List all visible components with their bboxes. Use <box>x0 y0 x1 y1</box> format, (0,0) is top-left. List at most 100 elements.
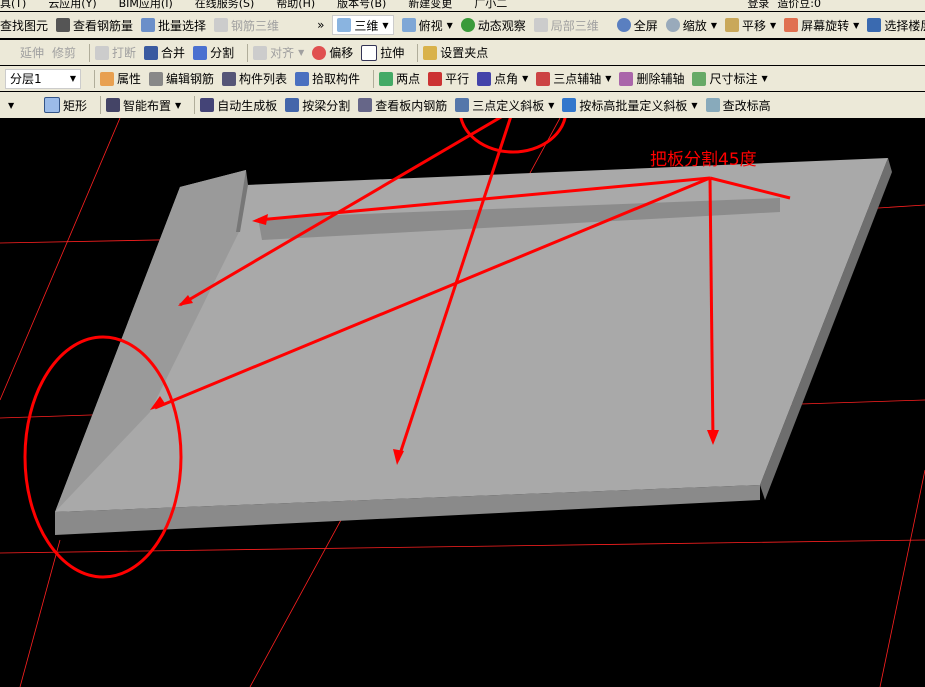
magnifier-icon <box>665 18 680 32</box>
type-select[interactable]: ▼ <box>0 96 36 114</box>
batch-slope-icon <box>562 98 577 112</box>
view-slab-rebar-button[interactable]: 查看板内钢筋 <box>358 97 447 114</box>
three-point-slope-dropdown[interactable]: 三点定义斜板 ▼ <box>455 97 554 114</box>
trim-button[interactable]: 修剪 <box>52 44 76 61</box>
break-icon <box>95 45 110 60</box>
offset-button[interactable]: 偏移 <box>312 44 353 61</box>
parallel-button[interactable]: 平行 <box>428 70 469 87</box>
label: 局部三维 <box>550 18 599 33</box>
top-view-dropdown[interactable]: 俯视 ▼ <box>401 17 453 34</box>
divider <box>100 96 102 114</box>
component-list-button[interactable]: 构件列表 <box>222 70 287 87</box>
merge-icon <box>144 45 159 60</box>
point-angle-dropdown[interactable]: 点角 ▼ <box>477 70 528 87</box>
rebar-3d-button[interactable]: 钢筋三维 <box>214 17 279 34</box>
rotate-screen-dropdown[interactable]: 屏幕旋转 ▼ <box>784 17 859 34</box>
find-element-button[interactable]: 查找图元 <box>0 17 48 34</box>
menu-bim[interactable]: BIM应用(I) <box>119 0 173 11</box>
select-floor-button[interactable]: 选择楼层 <box>867 17 925 34</box>
bean-count: 造价豆:0 <box>777 0 822 10</box>
merge-button[interactable]: 合并 <box>144 44 185 61</box>
menu-help[interactable]: 帮助(H) <box>276 0 315 11</box>
toolbar-row-1: 查找图元 查看钢筋量 批量选择 钢筋三维 » 三维 ▼ 俯视 ▼ 动态观察 局部三维… <box>0 12 925 38</box>
view-3d-dropdown[interactable]: 三维 ▼ <box>332 15 394 35</box>
chevron-down-icon: ▼ <box>69 74 76 83</box>
edit-elevation-button[interactable]: 查改标高 <box>705 97 771 114</box>
login-link[interactable]: 登录 <box>747 0 769 11</box>
label: 打断 <box>112 46 137 60</box>
dimension-dropdown[interactable]: 尺寸标注 ▼ <box>692 70 768 87</box>
view-rebar-qty-button[interactable]: 查看钢筋量 <box>56 17 133 34</box>
label: 查改标高 <box>722 98 771 113</box>
properties-icon <box>100 71 114 86</box>
divider <box>417 43 419 62</box>
menu-new-change[interactable]: 新建变更 <box>408 0 452 11</box>
batch-select-icon <box>141 18 156 32</box>
auto-generate-slab-button[interactable]: 自动生成板 <box>200 97 277 114</box>
split-button[interactable]: 分割 <box>193 44 234 61</box>
align-dropdown[interactable]: 对齐 ▼ <box>253 44 304 61</box>
chevron-down-icon: ▼ <box>605 74 612 83</box>
batch-select-button[interactable]: 批量选择 <box>141 17 206 34</box>
3d-viewport[interactable]: 把板分割45度 <box>0 118 925 687</box>
smart-layout-dropdown[interactable]: 智能布置 ▼ <box>106 97 181 114</box>
batch-slope-by-elevation-dropdown[interactable]: 按标高批量定义斜板 ▼ <box>562 97 698 114</box>
menu-online[interactable]: 在线服务(S) <box>195 0 255 11</box>
three-point-axis-dropdown[interactable]: 三点辅轴 ▼ <box>536 70 611 87</box>
fullscreen-button[interactable]: 全屏 <box>616 17 658 34</box>
chevron-down-icon: ▼ <box>853 20 860 30</box>
pick-component-button[interactable]: 拾取构件 <box>295 70 360 87</box>
eraser-icon <box>619 71 634 86</box>
extend-button[interactable]: 延伸 <box>20 44 44 61</box>
menu-guangxiaoer[interactable]: 广小二 <box>474 0 507 11</box>
zoom-dropdown[interactable]: 缩放 ▼ <box>665 17 717 34</box>
split-by-beam-button[interactable]: 按梁分割 <box>285 97 350 114</box>
label: 按梁分割 <box>302 98 351 113</box>
menu-tools[interactable]: 具(T) <box>0 0 26 11</box>
label: 缩放 <box>682 18 707 33</box>
chevron-down-icon: ▼ <box>446 20 453 30</box>
rectangle-button[interactable]: 矩形 <box>44 97 87 114</box>
label: 平行 <box>445 72 470 86</box>
rotate-icon <box>784 18 799 32</box>
point-angle-icon <box>477 71 492 86</box>
label: 分割 <box>210 46 235 60</box>
properties-button[interactable]: 属性 <box>100 70 141 87</box>
layer-select[interactable]: 分层1 ▼ <box>5 68 81 89</box>
cube-top-icon <box>401 18 416 32</box>
toolbar-row-3: 分层1 ▼ 属性 编辑钢筋 构件列表 拾取构件 两点 平行 点角 ▼ 三点辅轴 ▼ 删… <box>0 66 925 91</box>
rectangle-icon <box>44 97 60 113</box>
edit-rebar-button[interactable]: 编辑钢筋 <box>149 70 214 87</box>
label: 拾取构件 <box>312 72 361 86</box>
two-point-button[interactable]: 两点 <box>379 70 420 87</box>
label: 点角 <box>494 72 519 86</box>
label: 选择楼层 <box>884 18 925 33</box>
chevron-down-icon: ▼ <box>548 100 555 110</box>
label: 编辑钢筋 <box>166 72 215 86</box>
menu-cloud[interactable]: 云应用(Y) <box>48 0 96 11</box>
label: 尺寸标注 <box>709 72 758 86</box>
cube-icon <box>337 18 352 32</box>
stretch-button[interactable]: 拉伸 <box>361 44 404 61</box>
menu-version[interactable]: 版本号(B) <box>337 0 386 11</box>
divider <box>194 96 196 114</box>
pencil-icon <box>423 45 438 60</box>
chevron-down-icon: ▼ <box>691 100 698 110</box>
split-icon <box>193 45 208 60</box>
label: 平移 <box>741 18 766 33</box>
delete-axis-button[interactable]: 删除辅轴 <box>619 70 684 87</box>
fullscreen-icon <box>616 18 631 32</box>
chevron-down-icon: ▼ <box>298 48 305 57</box>
pan-dropdown[interactable]: 平移 ▼ <box>724 17 776 34</box>
partial-3d-button[interactable]: 局部三维 <box>533 17 599 34</box>
label: 对齐 <box>270 46 295 60</box>
label: 分层1 <box>10 72 42 86</box>
label: 全屏 <box>633 18 658 33</box>
break-button[interactable]: 打断 <box>95 44 136 61</box>
orbit-icon <box>460 18 475 32</box>
label: 矩形 <box>63 98 88 113</box>
orbit-button[interactable]: 动态观察 <box>460 17 526 34</box>
more-button[interactable]: » <box>317 18 324 32</box>
set-grip-button[interactable]: 设置夹点 <box>423 44 488 61</box>
label: 两点 <box>396 72 421 86</box>
